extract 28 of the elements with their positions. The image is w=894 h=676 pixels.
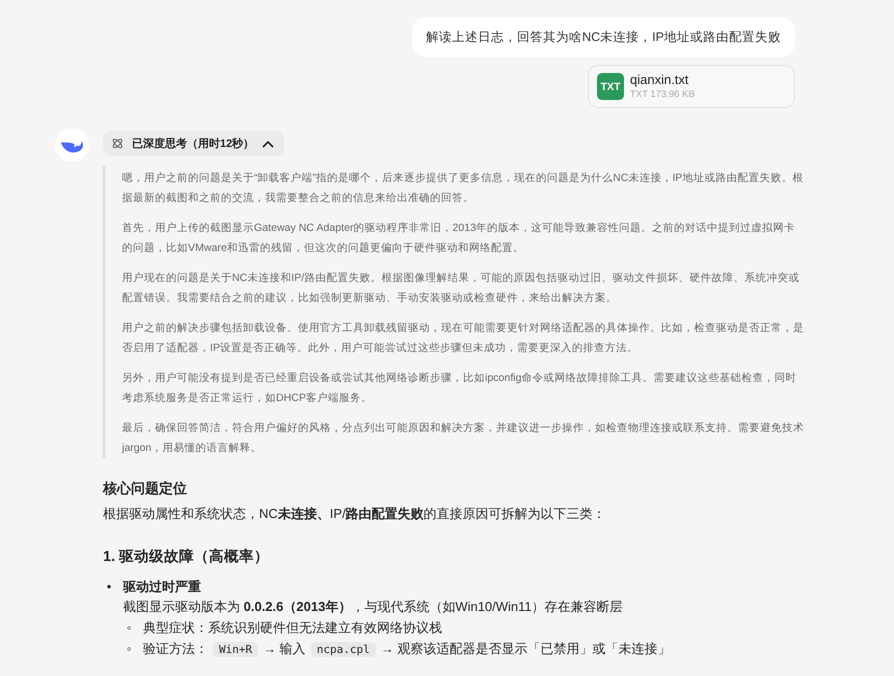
bullet-marker: • — [106, 578, 112, 596]
file-size: TXT 173.96 KB — [630, 88, 695, 101]
bullet-marker: ◦ — [126, 640, 132, 658]
answer-paragraph: 根据驱动属性和系统状态，NC未连接、IP/路由配置失败的直接原因可拆解为以下三类： — [103, 505, 607, 523]
section-heading: 核心问题定位 — [103, 479, 188, 498]
bullet-title: 驱动过时严重 — [123, 578, 202, 596]
list-text: → 观察该适配器是否显示「已禁用」或「未连接」 — [380, 641, 670, 656]
thinking-paragraph: 用户之前的解决步骤包括卸载设备、使用官方工具卸载残留驱动，现在可能需要更针对网络适配器的具体操作。比如，检查驱动是否正常，是否启用了适配器，IP设置是否正确等。此外，用户可能尝试过这些步骤但未成功，需要更深入的排查方法。 — [122, 321, 804, 356]
thinking-paragraph: 嗯，用户之前的问题是关于“卸载客户端”指的是哪个，后来逐步提供了更多信息，现在的问题是为什么NC未连接，IP地址或路由配置失败。根据最新的截图和之前的交流，我需要整合之前的信息来给出准确的回答。 — [122, 171, 804, 206]
file-name: qianxin.txt — [630, 72, 690, 88]
inline-code: Win+R — [213, 642, 258, 657]
list-text: → 输入 — [263, 641, 306, 656]
atom-icon — [111, 137, 124, 150]
bullet-marker: ◦ — [126, 619, 132, 637]
thinking-paragraph: 用户现在的问题是关于NC未连接和IP/路由配置失败。根据图像理解结果，可能的原因包括驱动过旧、驱动文件损坏、硬件故障、系统冲突或配置错误。我需要结合之前的建议，比如强制更新驱动、手动安装驱动或检查硬件，来给出解决方案。 — [122, 271, 800, 306]
thinking-paragraph: 首先，用户上传的截图显示Gateway NC Adapter的驱动程序非常旧，2013年的版本，这可能导致兼容性问题。之前的对话中提到过虚拟网卡的问题，比如VMware和迅雷的残留，但这次的问题更偏向于硬件驱动和网络配置。 — [122, 221, 796, 256]
user-message: 解读上述日志，回答其为啥NC未连接，IP地址或路由配置失败 — [412, 17, 795, 57]
bullet-text: 截图显示驱动版本为 0.0.2.6（2013年），与现代系统（如Win10/Win11）存在兼容断层 — [123, 598, 624, 616]
thinking-paragraph: 最后，确保回答简洁，符合用户偏好的风格，分点列出可能原因和解决方案，并建议进一步操作，如检查物理连接或联系支持。需要避免技术 jargon，用易懂的语言解释。 — [122, 421, 804, 456]
subsection-heading: 1. 驱动级故障（高概率） — [103, 547, 270, 567]
whale-avatar-icon — [55, 128, 89, 162]
thinking-toggle-button[interactable]: 已深度思考（用时12秒） — [103, 131, 284, 156]
file-type-badge: TXT — [597, 73, 624, 100]
chevron-up-icon — [262, 140, 274, 148]
thinking-paragraph: 另外，用户可能没有提到是否已经重启设备或尝试其他网络诊断步骤，比如ipconfig命令或网络故障排除工具。需要建议这些基础检查，同时考虑系统服务是否正常运行，如DHCP客户端服务。 — [122, 371, 798, 406]
list-text: 典型症状：系统识别硬件但无法建立有效网络协议栈 — [143, 620, 442, 635]
list-text: 验证方法： — [143, 641, 208, 656]
inline-code: ncpa.cpl — [310, 642, 376, 657]
